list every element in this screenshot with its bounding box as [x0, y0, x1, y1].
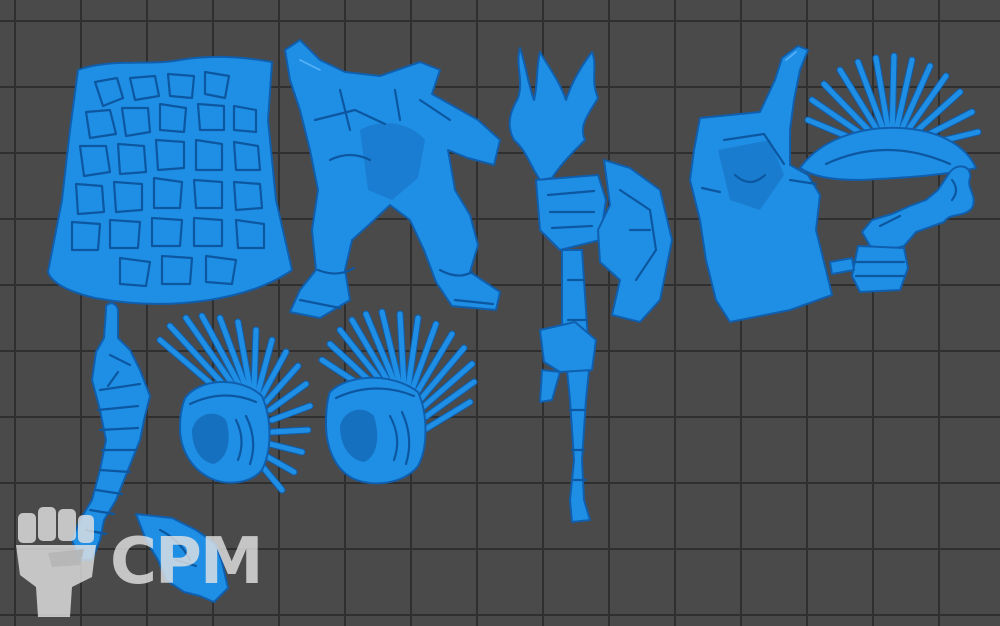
cobblestone-cloth[interactable]: [47, 55, 293, 305]
cpm-watermark: CPM: [8, 495, 308, 620]
viewport-3d-scene[interactable]: CPM: [0, 0, 1000, 626]
warrior-body[interactable]: [284, 39, 501, 319]
fist-icon: [16, 507, 96, 617]
crested-helmet-left[interactable]: [156, 312, 314, 494]
flaming-axe[interactable]: [508, 47, 673, 523]
crest-top-right[interactable]: [799, 52, 982, 181]
watermark-text: CPM: [110, 525, 264, 599]
cleaver-blade[interactable]: [689, 45, 833, 323]
crested-helmet-right[interactable]: [318, 308, 478, 485]
flame-hand[interactable]: [829, 165, 975, 293]
